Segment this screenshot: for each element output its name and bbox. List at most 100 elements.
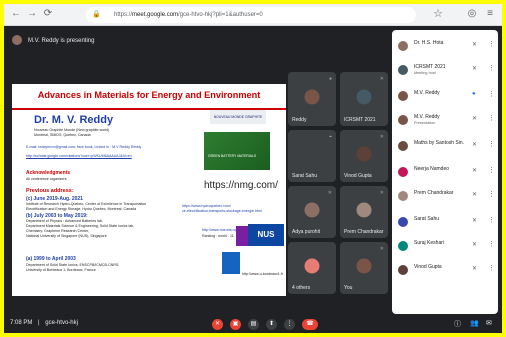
acknowledgments-heading: Acknowledgments bbox=[26, 170, 71, 176]
slide-title: Advances in Materials for Energy and Env… bbox=[37, 90, 261, 100]
mic-off-icon: ✕ bbox=[472, 116, 478, 122]
bookmark-star-icon[interactable]: ☆ bbox=[432, 8, 444, 20]
participant-row[interactable]: ICRSMT 2021 Meeting host ✕ ⋮ bbox=[392, 60, 498, 80]
email-line: E-mail: reddymvvr@gmail.com; face book, … bbox=[26, 145, 142, 149]
participant-tile[interactable]: ✕ Vinod Gupta bbox=[340, 130, 388, 182]
mic-toggle-button[interactable]: ✕ bbox=[212, 319, 223, 330]
nus-ranking: Ranking : world - 11 bbox=[202, 234, 234, 238]
mic-off-icon: ✕ bbox=[379, 76, 384, 82]
avatar bbox=[398, 141, 408, 151]
address-bar[interactable]: 🔒 https://meet.google.com/gce-htvo-hkj?p… bbox=[86, 7, 416, 23]
meeting-time: 7:08 PM bbox=[10, 320, 33, 326]
participant-name: Suraj Keshari bbox=[414, 240, 445, 246]
participant-tile[interactable]: ✕ ICRSMT 2021 bbox=[340, 72, 388, 126]
scholar-link[interactable]: http://scholar.google.com/citations?user… bbox=[26, 154, 132, 159]
speaker-name: Dr. M. V. Reddy bbox=[34, 114, 114, 126]
address-a-heading: (a) 1999 to April 2003 bbox=[26, 256, 76, 262]
participant-tile[interactable]: 4 others bbox=[288, 242, 336, 294]
participant-row[interactable]: Prem Chandrakar ✕ ⋮ bbox=[392, 186, 498, 206]
speaking-indicator-icon: ● bbox=[328, 76, 332, 82]
mic-off-icon: ✕ bbox=[327, 190, 332, 196]
avatar bbox=[398, 65, 408, 75]
more-options-icon[interactable]: ⋮ bbox=[488, 264, 495, 272]
hydroquebec-url: https://www.hydroquebec.com/ bbox=[182, 204, 231, 208]
participant-row[interactable]: M.V. Reddy ● ⋮ bbox=[392, 86, 498, 106]
avatar bbox=[356, 146, 372, 162]
details-divider: | bbox=[38, 320, 40, 326]
speaking-icon: ● bbox=[472, 91, 476, 97]
mic-off-icon: ✕ bbox=[472, 168, 478, 174]
meeting-info-icon[interactable]: ⓘ bbox=[454, 319, 461, 329]
participant-name: M.V. Reddy bbox=[414, 114, 440, 120]
chat-icon[interactable]: ✉ bbox=[486, 319, 492, 327]
more-options-icon[interactable]: ⋮ bbox=[488, 190, 495, 198]
present-now-button[interactable]: ⬆ bbox=[266, 319, 277, 330]
participant-name: Adya purohit bbox=[292, 229, 321, 235]
mic-off-icon: ✕ bbox=[379, 134, 384, 140]
participant-name: You bbox=[344, 285, 353, 291]
lock-icon: 🔒 bbox=[92, 11, 101, 18]
participant-row[interactable]: Maths by Santosh Sin... ✕ ⋮ bbox=[392, 136, 498, 156]
address-a-line-2: University of Bordeaux 1, Bordeaux, Fran… bbox=[26, 268, 96, 272]
camera-toggle-button[interactable]: ▣ bbox=[230, 319, 241, 330]
participant-name: Neerja Namdeo bbox=[414, 166, 450, 172]
participant-name: Sarat Sahu bbox=[292, 173, 318, 179]
extensions-icon[interactable]: ◎ bbox=[466, 8, 478, 20]
more-options-icon[interactable]: ⋮ bbox=[488, 40, 495, 48]
people-icon[interactable]: 👥 bbox=[470, 319, 479, 327]
participant-tile[interactable]: ● Reddy bbox=[288, 72, 336, 126]
address-b-line-1: Department of Physics : Advanced Batteri… bbox=[26, 219, 103, 223]
mic-off-icon: ✕ bbox=[472, 192, 478, 198]
more-options-icon[interactable]: ⋮ bbox=[488, 114, 495, 122]
more-options-icon[interactable]: ⋮ bbox=[488, 240, 495, 248]
more-options-icon[interactable]: ⋮ bbox=[488, 216, 495, 224]
participant-row[interactable]: M.V. Reddy Presentation ✕ ⋮ bbox=[392, 110, 498, 130]
participant-tile[interactable]: ✕ Prem Chandrakar bbox=[340, 186, 388, 238]
url-host: meet.google.com bbox=[132, 12, 179, 18]
back-icon[interactable]: ← bbox=[10, 8, 22, 20]
more-options-icon[interactable]: ⋮ bbox=[488, 140, 495, 148]
participant-name: Reddy bbox=[292, 117, 307, 123]
people-panel: Dr. H.S. Hota ✕ ⋮ ICRSMT 2021 Meeting ho… bbox=[392, 30, 498, 314]
participant-name: Vinod Gupta bbox=[414, 264, 442, 270]
participant-name: 4 others bbox=[292, 285, 311, 291]
participant-row[interactable]: Vinod Gupta ✕ ⋮ bbox=[392, 260, 498, 280]
address-b-line-4: National University of Singapore (NUS), … bbox=[26, 234, 107, 238]
leave-call-button[interactable]: ☎ bbox=[302, 319, 318, 330]
meeting-controls-bar: 7:08 PM | gce-htvo-hkj ✕ ▣ ▤ ⬆ ⋮ ☎ ⓘ 👥 ✉ bbox=[4, 316, 502, 333]
reload-icon[interactable]: ⟳ bbox=[42, 8, 54, 20]
more-options-icon[interactable]: ⋮ bbox=[488, 166, 495, 174]
address-c-line-1: Institute of Research Hydro-Quebec, Cent… bbox=[26, 202, 147, 206]
more-options-icon[interactable]: ⋮ bbox=[488, 64, 495, 72]
nus-logo: NUS bbox=[248, 224, 284, 246]
participant-name: M.V. Reddy bbox=[414, 90, 440, 96]
avatar bbox=[356, 258, 372, 274]
participant-row[interactable]: Neerja Namdeo ✕ ⋮ bbox=[392, 162, 498, 182]
avatar bbox=[356, 89, 372, 105]
participant-tile[interactable]: ✕ Adya purohit bbox=[288, 186, 336, 238]
mic-off-icon: ✕ bbox=[472, 66, 478, 72]
participant-row[interactable]: Suraj Keshari ✕ ⋮ bbox=[392, 236, 498, 256]
avatar bbox=[398, 265, 408, 275]
captions-button[interactable]: ▤ bbox=[248, 319, 259, 330]
avatar bbox=[398, 91, 408, 101]
previous-address-heading: Previous address: bbox=[26, 188, 74, 194]
address-b-line-3: Chemistry: Graphene Research Center, bbox=[26, 229, 90, 233]
participant-tile[interactable]: ⌖ Sarat Sahu bbox=[288, 130, 336, 182]
participant-name: Maths by Santosh Sin... bbox=[414, 140, 464, 146]
participant-row[interactable]: Dr. H.S. Hota ✕ ⋮ bbox=[392, 36, 498, 56]
avatar bbox=[304, 258, 320, 274]
forward-icon[interactable]: → bbox=[26, 8, 38, 20]
presenting-banner: M.V. Reddy is presenting bbox=[12, 32, 212, 50]
participant-tile[interactable]: ✕ You bbox=[340, 242, 388, 294]
avatar bbox=[398, 191, 408, 201]
more-options-icon[interactable]: ⋮ bbox=[488, 90, 495, 98]
mic-off-icon: ✕ bbox=[379, 190, 384, 196]
participant-row[interactable]: Sarat Sahu ✕ ⋮ bbox=[392, 212, 498, 232]
nmg-url: https://nmg.com/ bbox=[204, 180, 278, 191]
avatar bbox=[398, 217, 408, 227]
more-options-button[interactable]: ⋮ bbox=[284, 319, 295, 330]
hydroquebec-url-path: ce-electrification-transports-stockage-e… bbox=[182, 209, 262, 213]
mic-off-icon: ✕ bbox=[472, 42, 478, 48]
browser-menu-icon[interactable]: ≡ bbox=[484, 8, 496, 20]
